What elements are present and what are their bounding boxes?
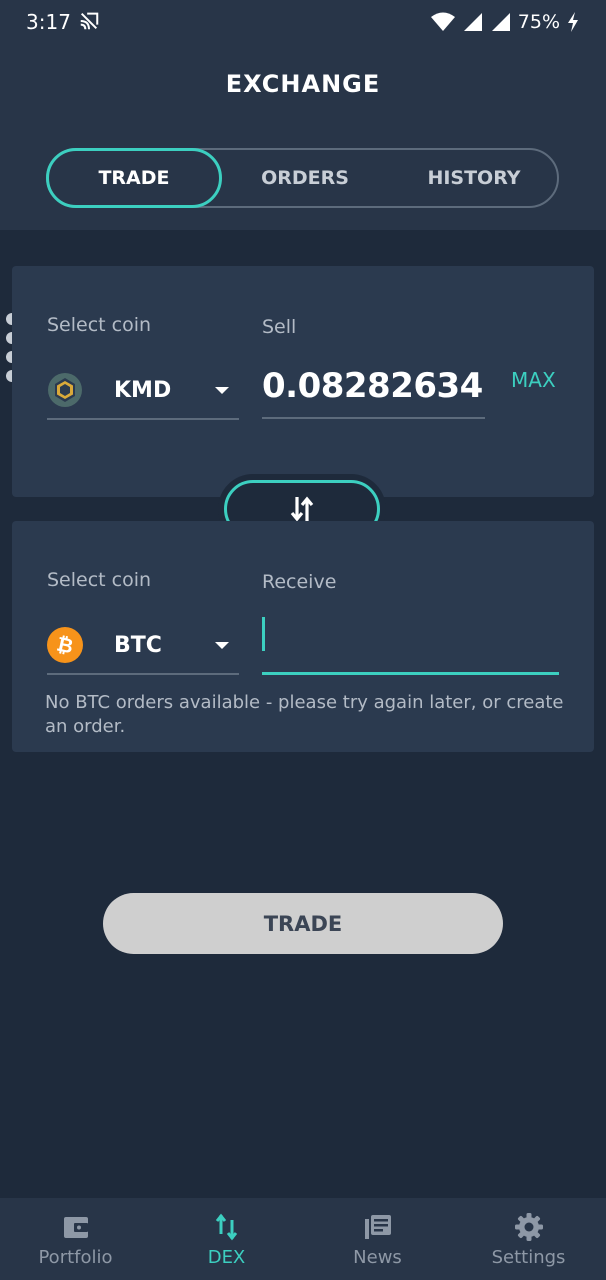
sell-amount-input[interactable]: 0.08282634 (262, 354, 485, 419)
status-icons: 75% (430, 10, 580, 34)
sell-coin-select[interactable]: KMD (47, 362, 239, 420)
tab-trade[interactable]: TRADE (46, 148, 222, 208)
sell-amount-label: Sell (262, 316, 297, 338)
signal-icon (491, 13, 510, 31)
text-cursor (262, 617, 265, 651)
sell-card: Select coin Sell KMD 0.08282634 MAX (12, 266, 594, 497)
nav-settings-label: Settings (491, 1247, 566, 1268)
receive-amount-label: Receive (262, 571, 337, 593)
nav-news[interactable]: News (302, 1198, 453, 1280)
tab-history[interactable]: HISTORY (388, 148, 560, 208)
no-orders-message: No BTC orders available - please try aga… (45, 692, 564, 737)
sell-select-coin-label: Select coin (47, 314, 152, 336)
nav-portfolio-label: Portfolio (38, 1247, 113, 1268)
sell-coin-name: KMD (114, 377, 172, 403)
status-bar: 3:17 75% (0, 0, 606, 46)
nav-news-label: News (353, 1247, 402, 1268)
receive-amount-input[interactable] (262, 613, 559, 675)
swap-vertical-icon (215, 1213, 237, 1241)
tab-orders[interactable]: ORDERS (222, 148, 388, 208)
cast-off-icon (80, 12, 99, 30)
nav-dex-label: DEX (207, 1247, 246, 1268)
receive-coin-name: BTC (114, 632, 162, 658)
receive-card: Select coin Receive ₿ BTC No BTC orders … (12, 521, 594, 752)
nav-portfolio[interactable]: Portfolio (0, 1198, 151, 1280)
charging-icon (568, 12, 578, 32)
trade-button[interactable]: TRADE (103, 893, 503, 954)
btc-coin-icon: ₿ (47, 627, 83, 663)
receive-coin-select[interactable]: ₿ BTC (47, 617, 239, 675)
max-button[interactable]: MAX (511, 368, 556, 392)
exchange-tabs: TRADE ORDERS HISTORY (46, 148, 559, 208)
battery-percentage: 75% (517, 11, 560, 33)
app-header: 3:17 75% EXCHANGE TRADE ORDERS HISTORY (0, 0, 606, 230)
kmd-coin-icon (48, 373, 82, 407)
signal-icon (463, 13, 482, 31)
wifi-icon (430, 12, 455, 31)
gear-icon (514, 1213, 543, 1241)
news-icon (364, 1215, 391, 1239)
chevron-down-icon (215, 641, 229, 649)
nav-settings[interactable]: Settings (453, 1198, 604, 1280)
status-time: 3:17 (26, 10, 71, 34)
chevron-down-icon (215, 386, 229, 394)
wallet-icon (63, 1217, 88, 1238)
swap-vertical-icon (290, 496, 314, 522)
page-title: EXCHANGE (225, 70, 381, 98)
bottom-nav: Portfolio DEX News Settings (0, 1198, 606, 1280)
nav-dex[interactable]: DEX (151, 1198, 302, 1280)
receive-select-coin-label: Select coin (47, 569, 152, 591)
